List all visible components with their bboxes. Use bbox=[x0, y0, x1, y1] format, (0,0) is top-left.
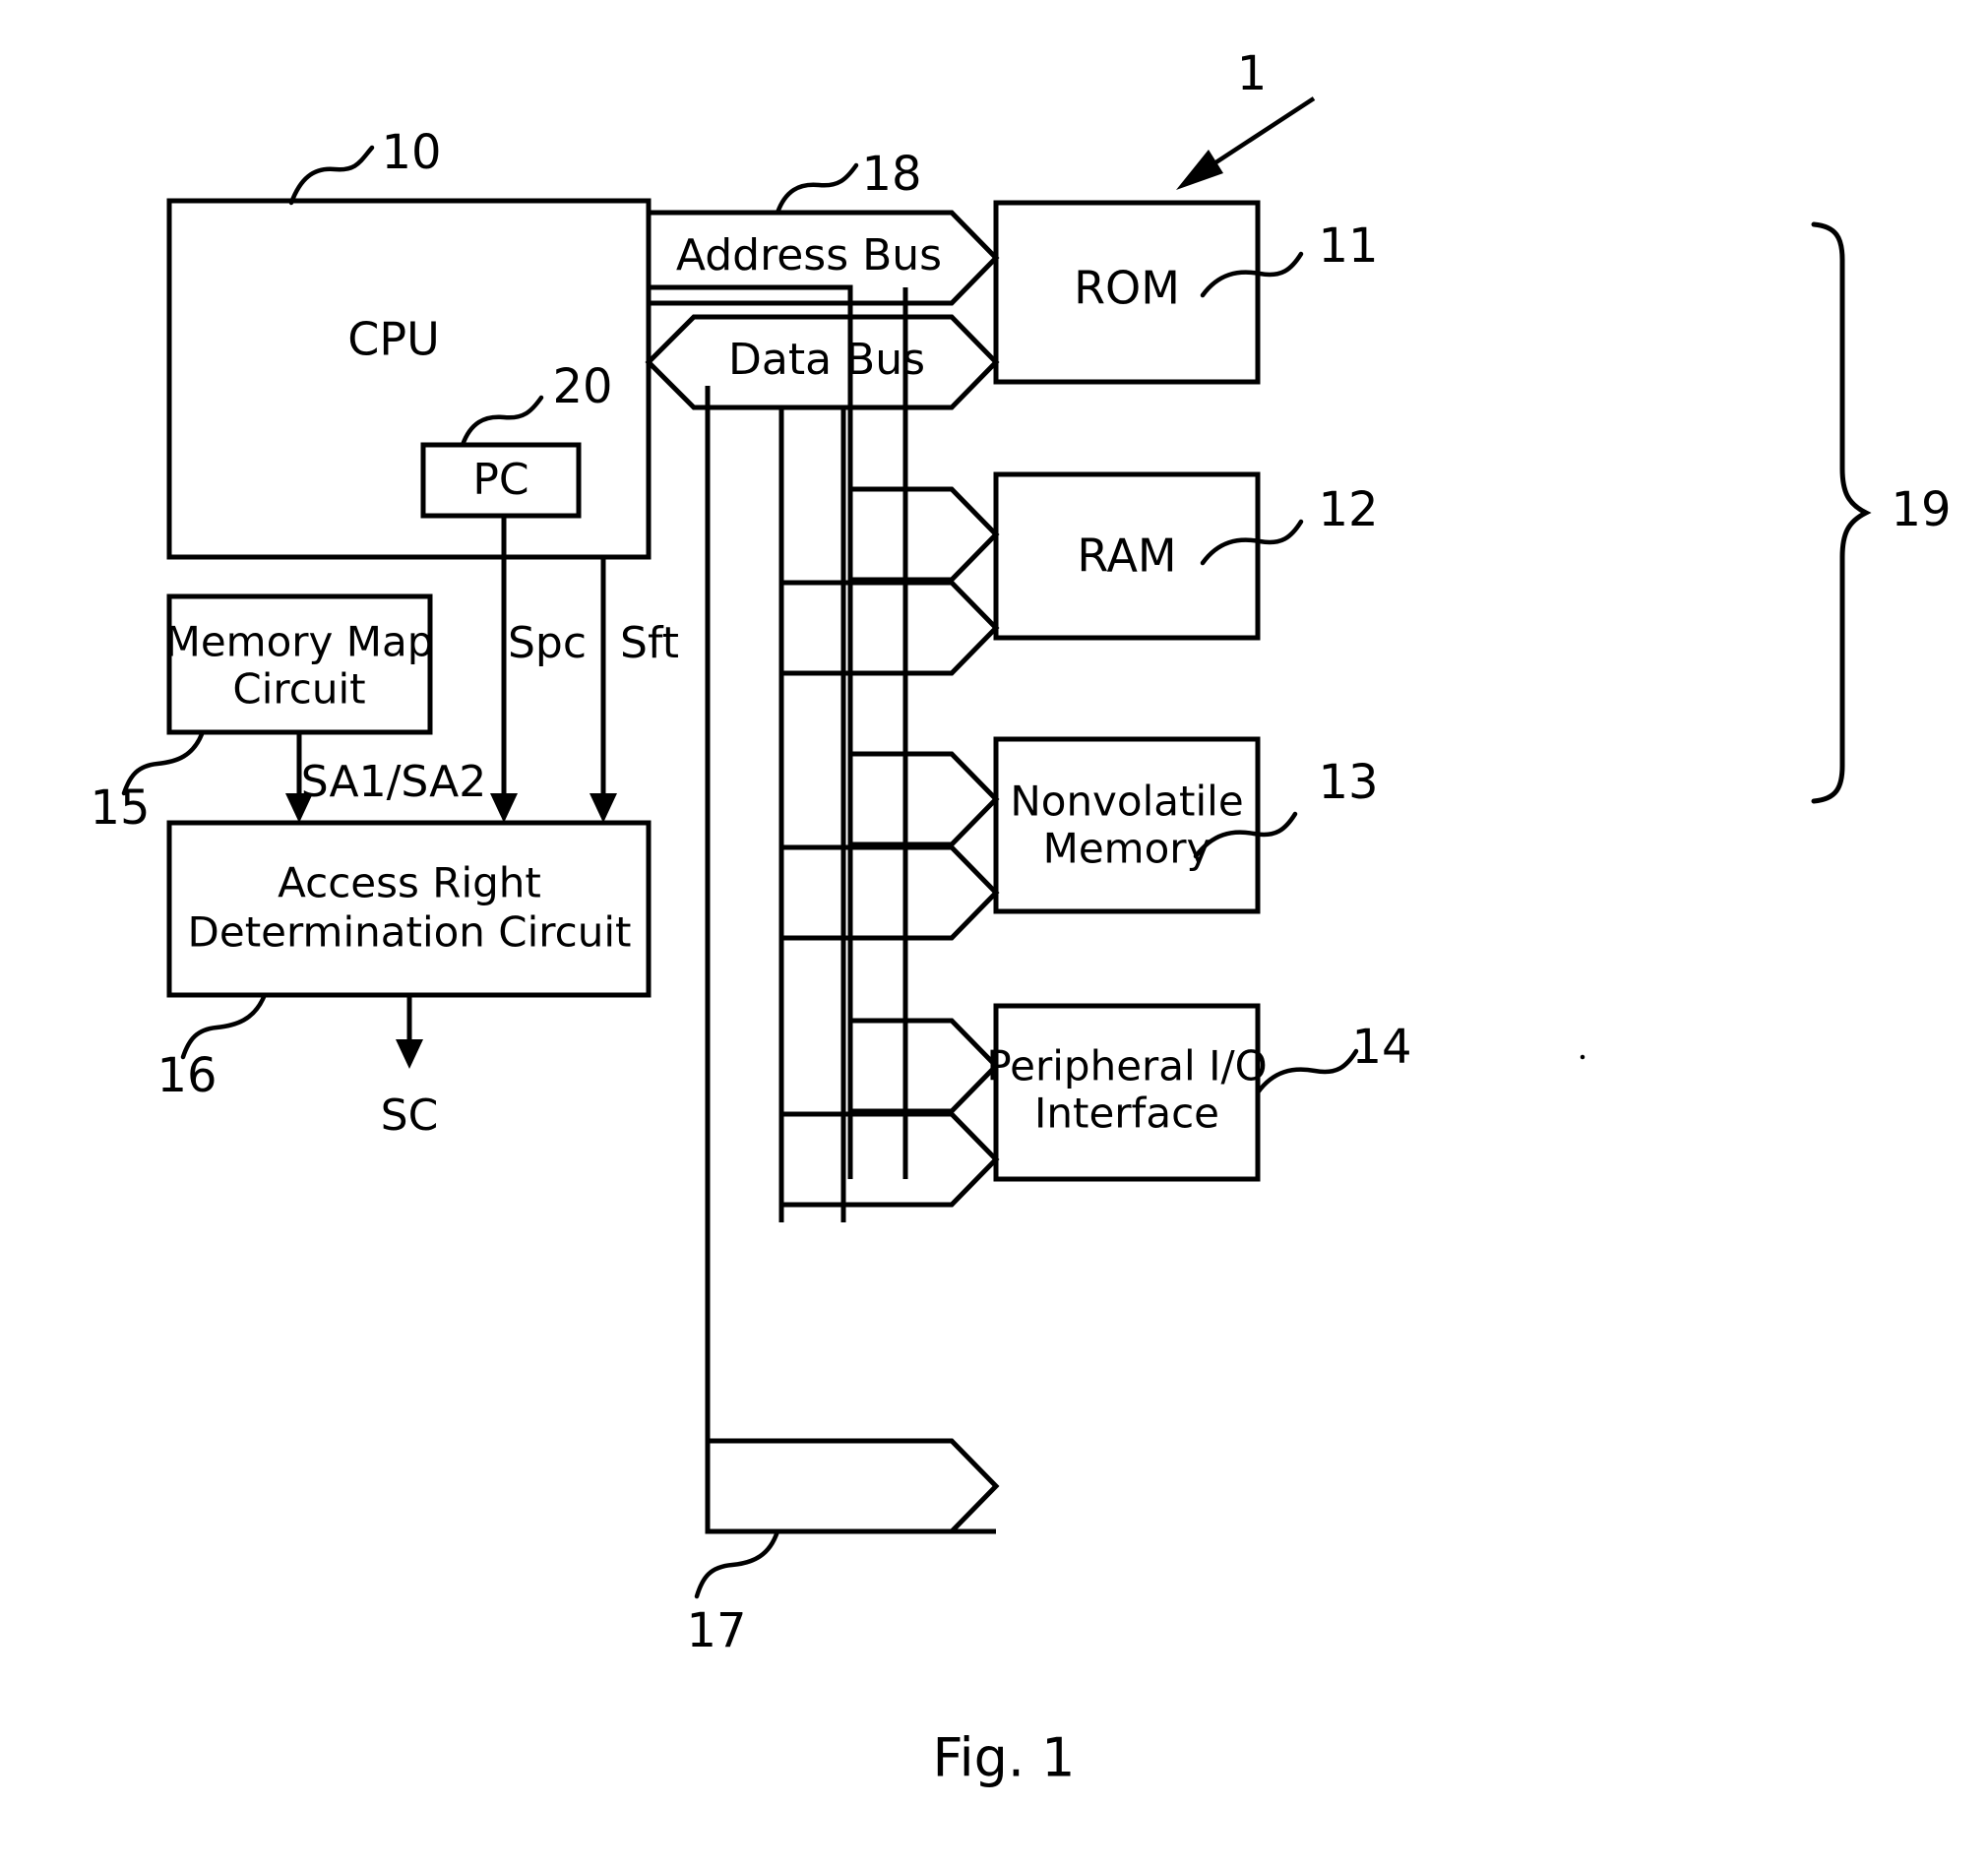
nonvolatile-memory-label-line2: Memory bbox=[1043, 825, 1211, 873]
peripherals-group-brace bbox=[1811, 221, 1872, 804]
signal-sc-arrow bbox=[396, 995, 423, 1069]
leader-line-peripheral-io bbox=[1255, 1048, 1359, 1095]
data-bus-label: Data Bus bbox=[728, 335, 925, 385]
leader-line-address-bus bbox=[775, 162, 859, 216]
access-right-label-line2: Determination Circuit bbox=[188, 908, 632, 957]
ref-number-ram: 12 bbox=[1318, 482, 1378, 537]
peripheral-io-label-line1: Peripheral I/O bbox=[986, 1042, 1267, 1090]
nonvolatile-memory-label-line1: Nonvolatile bbox=[1010, 778, 1243, 826]
ref-number-memory-map: 15 bbox=[90, 780, 150, 836]
ref-number-pc: 20 bbox=[552, 359, 612, 414]
ref-number-access-right: 16 bbox=[156, 1048, 217, 1103]
figure-canvas: 1 CPU 10 PC 20 Memory Map Circuit 15 Acc… bbox=[90, 46, 1951, 1789]
pc-label: PC bbox=[472, 455, 528, 505]
leader-line-data-bus bbox=[694, 1528, 780, 1599]
access-right-label-line1: Access Right bbox=[278, 859, 541, 907]
memory-map-label-line1: Memory Map bbox=[165, 618, 434, 666]
signal-label-sa: SA1/SA2 bbox=[301, 757, 487, 807]
ref-number-system: 1 bbox=[1237, 46, 1268, 101]
signal-sft-arrow bbox=[590, 557, 617, 823]
ref-number-nvm: 13 bbox=[1318, 755, 1378, 810]
signal-label-sft: Sft bbox=[620, 618, 679, 668]
signal-spc-arrow bbox=[490, 516, 518, 823]
ref-number-cpu: 10 bbox=[381, 125, 441, 180]
patent-figure: 1 CPU 10 PC 20 Memory Map Circuit 15 Acc… bbox=[0, 0, 1988, 1869]
system-pointer-arrow bbox=[1176, 96, 1316, 190]
figure-caption: Fig. 1 bbox=[932, 1727, 1075, 1789]
rom-label: ROM bbox=[1074, 262, 1180, 315]
memory-map-label-line2: Circuit bbox=[232, 665, 365, 714]
address-bus-label: Address Bus bbox=[676, 230, 942, 280]
ref-number-rom: 11 bbox=[1318, 218, 1378, 274]
ram-label: RAM bbox=[1077, 530, 1176, 583]
ref-number-peripheral-io: 14 bbox=[1351, 1020, 1411, 1075]
address-bus-trunk bbox=[649, 284, 1000, 1179]
signal-label-spc: Spc bbox=[508, 618, 587, 668]
ref-number-data-bus: 17 bbox=[686, 1603, 746, 1658]
cpu-label: CPU bbox=[347, 313, 440, 366]
ref-number-peripherals-group: 19 bbox=[1891, 482, 1951, 537]
leader-line-cpu bbox=[288, 145, 375, 206]
signal-label-sc: SC bbox=[381, 1090, 439, 1141]
peripheral-io-label-line2: Interface bbox=[1034, 1090, 1219, 1138]
ref-number-address-bus: 18 bbox=[861, 147, 921, 202]
